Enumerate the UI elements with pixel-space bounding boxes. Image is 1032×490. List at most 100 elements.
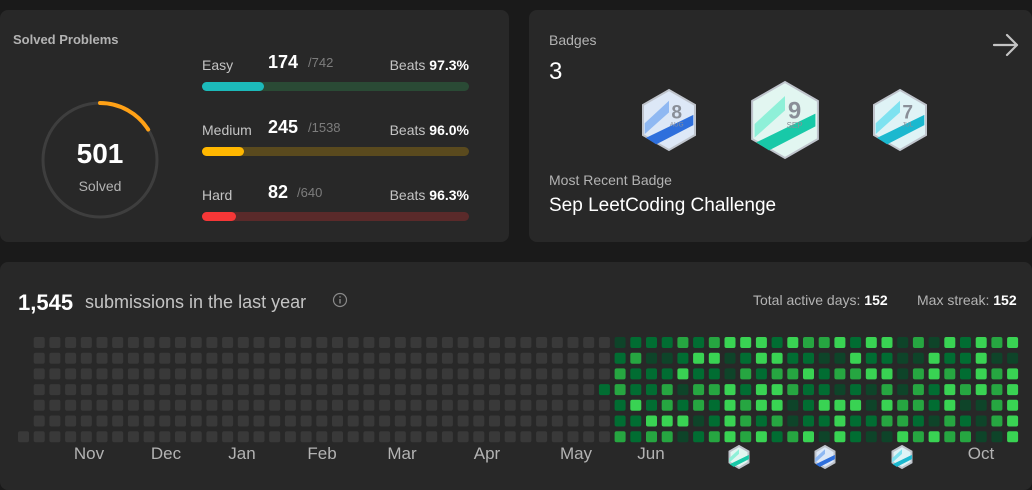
- heatmap-cell[interactable]: [567, 352, 579, 364]
- heatmap-cell[interactable]: [928, 415, 940, 427]
- heatmap-cell[interactable]: [300, 384, 312, 396]
- heatmap-cell[interactable]: [363, 368, 375, 380]
- heatmap-cell[interactable]: [944, 368, 956, 380]
- heatmap-cell[interactable]: [693, 399, 705, 411]
- heatmap-cell[interactable]: [834, 431, 846, 443]
- heatmap-cell[interactable]: [347, 431, 359, 443]
- heatmap-cell[interactable]: [332, 399, 343, 411]
- heatmap-cell[interactable]: [33, 352, 45, 364]
- heatmap-cell[interactable]: [49, 431, 61, 443]
- heatmap-cell[interactable]: [991, 368, 1003, 380]
- heatmap-cell[interactable]: [127, 415, 139, 427]
- heatmap-cell[interactable]: [708, 415, 720, 427]
- heatmap-cell[interactable]: [598, 352, 610, 364]
- heatmap-cell[interactable]: [991, 399, 1003, 411]
- heatmap-cell[interactable]: [771, 399, 783, 411]
- heatmap-cell[interactable]: [80, 399, 92, 411]
- heatmap-cell[interactable]: [771, 384, 783, 396]
- heatmap-cell[interactable]: [708, 431, 720, 443]
- heatmap-cell[interactable]: [316, 384, 328, 396]
- heatmap-cell[interactable]: [347, 368, 359, 380]
- heatmap-cell[interactable]: [551, 352, 563, 364]
- badge-aug[interactable]: 8 AUG: [637, 88, 701, 157]
- heatmap-cell[interactable]: [379, 415, 391, 427]
- heatmap-cell[interactable]: [881, 399, 893, 411]
- heatmap-cell[interactable]: [332, 384, 343, 396]
- heatmap-cell[interactable]: [881, 384, 893, 396]
- heatmap-cell[interactable]: [551, 415, 563, 427]
- heatmap-cell[interactable]: [1007, 368, 1019, 380]
- heatmap-cell[interactable]: [426, 399, 438, 411]
- heatmap-cell[interactable]: [379, 368, 391, 380]
- heatmap-cell[interactable]: [865, 431, 877, 443]
- heatmap-cell[interactable]: [912, 352, 924, 364]
- heatmap-cell[interactable]: [457, 352, 469, 364]
- heatmap-cell[interactable]: [237, 431, 249, 443]
- heatmap-cell[interactable]: [677, 399, 689, 411]
- heatmap-cell[interactable]: [740, 399, 752, 411]
- heatmap-cell[interactable]: [803, 384, 814, 396]
- heatmap-cell[interactable]: [237, 337, 249, 348]
- heatmap-cell[interactable]: [865, 352, 877, 364]
- heatmap-cell[interactable]: [49, 384, 61, 396]
- heatmap-cell[interactable]: [112, 399, 124, 411]
- heatmap-cell[interactable]: [834, 368, 846, 380]
- heatmap-cell[interactable]: [441, 337, 453, 348]
- heatmap-cell[interactable]: [536, 384, 548, 396]
- heatmap-cell[interactable]: [881, 368, 893, 380]
- heatmap-cell[interactable]: [332, 431, 343, 443]
- heatmap-cell[interactable]: [598, 431, 610, 443]
- heatmap-cell[interactable]: [316, 415, 328, 427]
- heatmap-cell[interactable]: [583, 337, 595, 348]
- heatmap-cell[interactable]: [65, 337, 77, 348]
- heatmap-cell[interactable]: [379, 352, 391, 364]
- heatmap-cell[interactable]: [708, 384, 720, 396]
- heatmap-cell[interactable]: [928, 368, 940, 380]
- heatmap-cell[interactable]: [975, 337, 987, 348]
- heatmap-cell[interactable]: [441, 368, 453, 380]
- heatmap-cell[interactable]: [1007, 399, 1019, 411]
- heatmap-cell[interactable]: [567, 431, 579, 443]
- heatmap-cell[interactable]: [269, 368, 281, 380]
- heatmap-cell[interactable]: [143, 399, 155, 411]
- heatmap-cell[interactable]: [598, 384, 610, 396]
- heatmap-cell[interactable]: [80, 384, 92, 396]
- arrow-right-icon[interactable]: [991, 32, 1021, 58]
- heatmap-cell[interactable]: [724, 399, 736, 411]
- heatmap-cell[interactable]: [33, 415, 45, 427]
- heatmap-cell[interactable]: [175, 431, 186, 443]
- heatmap-cell[interactable]: [661, 352, 673, 364]
- month-badge-icon[interactable]: [812, 444, 838, 475]
- heatmap-cell[interactable]: [316, 399, 328, 411]
- heatmap-cell[interactable]: [284, 415, 296, 427]
- heatmap-cell[interactable]: [536, 368, 548, 380]
- heatmap-cell[interactable]: [520, 352, 532, 364]
- heatmap-cell[interactable]: [33, 399, 45, 411]
- heatmap-cell[interactable]: [520, 384, 532, 396]
- heatmap-cell[interactable]: [394, 384, 406, 396]
- heatmap-cell[interactable]: [222, 431, 234, 443]
- heatmap-cell[interactable]: [661, 368, 673, 380]
- heatmap-cell[interactable]: [504, 399, 516, 411]
- heatmap-cell[interactable]: [112, 352, 124, 364]
- heatmap-cell[interactable]: [630, 415, 642, 427]
- heatmap-cell[interactable]: [175, 337, 186, 348]
- heatmap-cell[interactable]: [583, 415, 595, 427]
- month-badge-icon[interactable]: [889, 444, 915, 475]
- heatmap-cell[interactable]: [755, 431, 767, 443]
- heatmap-cell[interactable]: [159, 352, 171, 364]
- heatmap-cell[interactable]: [441, 384, 453, 396]
- heatmap-cell[interactable]: [410, 431, 422, 443]
- heatmap-cell[interactable]: [693, 384, 705, 396]
- heatmap-cell[interactable]: [787, 352, 799, 364]
- heatmap-cell[interactable]: [818, 399, 830, 411]
- heatmap-cell[interactable]: [300, 368, 312, 380]
- heatmap-cell[interactable]: [489, 384, 500, 396]
- heatmap-cell[interactable]: [190, 368, 202, 380]
- heatmap-cell[interactable]: [803, 399, 814, 411]
- heatmap-cell[interactable]: [504, 384, 516, 396]
- heatmap-cell[interactable]: [473, 431, 485, 443]
- heatmap-cell[interactable]: [65, 368, 77, 380]
- heatmap-cell[interactable]: [159, 368, 171, 380]
- heatmap-cell[interactable]: [504, 431, 516, 443]
